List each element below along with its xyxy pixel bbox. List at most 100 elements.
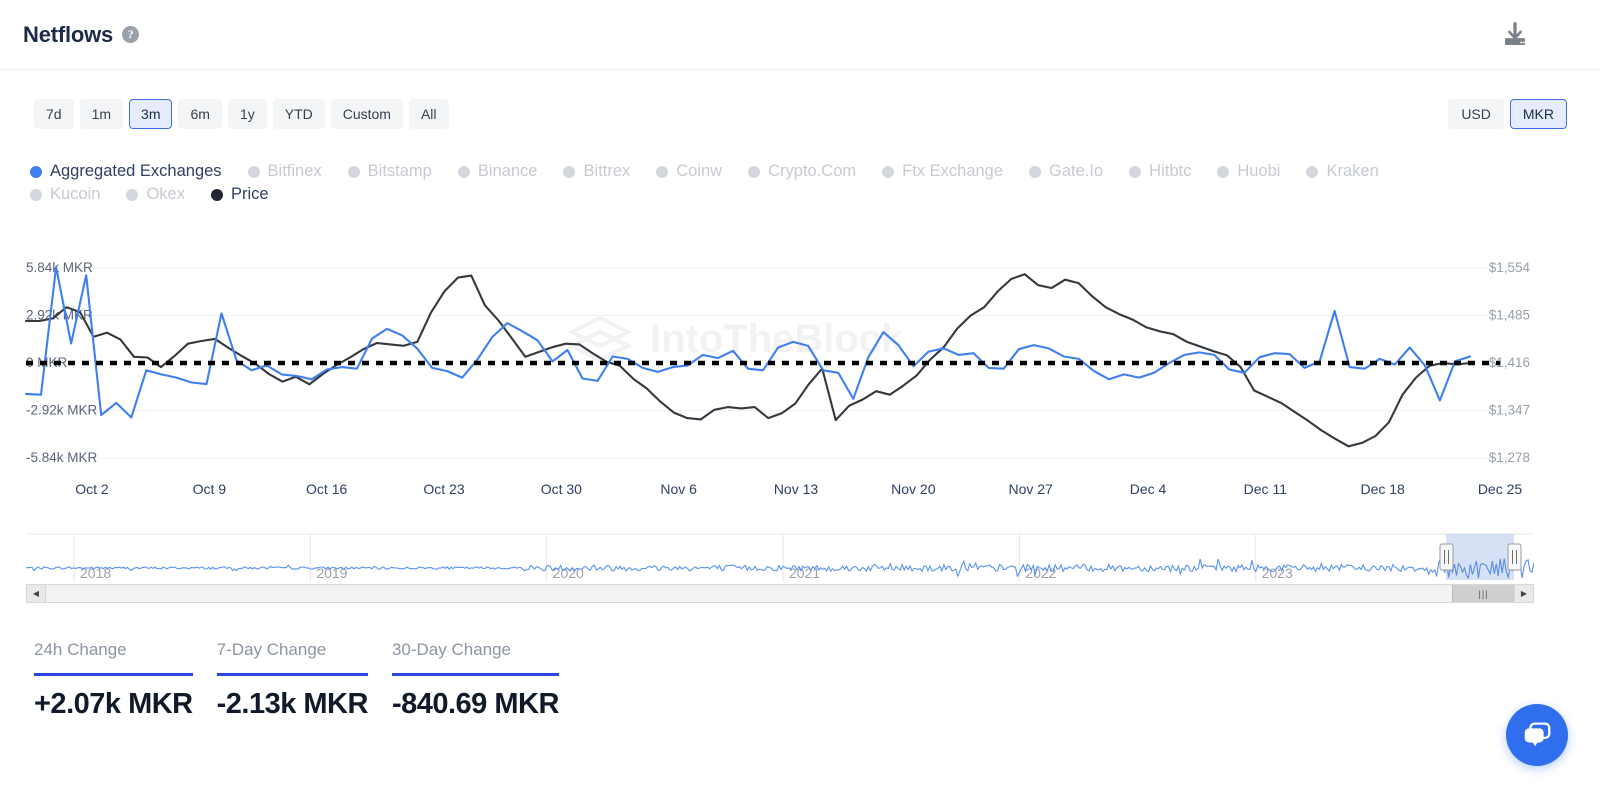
right-axis-tick: $1,485 xyxy=(1489,308,1530,323)
legend-label: Huobi xyxy=(1237,162,1281,180)
legend-dot-icon xyxy=(748,165,761,178)
currency-button-usd[interactable]: USD xyxy=(1448,99,1504,129)
page-title: Netflows xyxy=(23,21,114,47)
range-button-all[interactable]: All xyxy=(408,99,449,129)
stat-label: 30-Day Change xyxy=(391,640,512,659)
range-button-1y[interactable]: 1y xyxy=(227,99,267,129)
x-axis-tick: Dec 4 xyxy=(1130,481,1167,497)
legend-dot-icon xyxy=(563,165,576,178)
legend-dot-icon xyxy=(457,165,470,178)
chart-plot-area: 5.84k MKR2.92k MKR0 MKR-2.92k MKR-5.84k … xyxy=(0,240,1600,520)
legend-item-hitbtc[interactable]: Hitbtc xyxy=(1129,160,1191,183)
legend-item-huobi[interactable]: Huobi xyxy=(1217,160,1280,183)
legend-item-aggregated-exchanges[interactable]: Aggregated Exchanges xyxy=(30,160,222,183)
scrollbar-track[interactable]: ||| xyxy=(46,585,1514,602)
legend-item-kucoin[interactable]: Kucoin xyxy=(30,183,100,206)
legend-label: Kraken xyxy=(1326,162,1379,180)
legend-label: Aggregated Exchanges xyxy=(50,162,222,180)
legend-label: Crypto.Com xyxy=(768,162,857,180)
legend-item-bitfinex[interactable]: Bitfinex xyxy=(247,160,322,183)
legend-item-okex[interactable]: Okex xyxy=(126,183,185,206)
scroll-left-arrow-icon[interactable]: ◀ xyxy=(27,585,46,602)
navigator-svg[interactable]: 2018 2019 2020 2021 2022 2023 xyxy=(25,528,1535,582)
legend-dot-icon xyxy=(247,165,260,178)
stat-underline xyxy=(391,673,559,676)
legend-item-coinw[interactable]: Coinw xyxy=(656,160,722,183)
legend-dot-icon xyxy=(1306,165,1319,178)
netflows-chart-svg: 5.84k MKR2.92k MKR0 MKR-2.92k MKR-5.84k … xyxy=(24,260,1531,497)
right-axis-tick: $1,278 xyxy=(1489,450,1530,465)
navigator-right-handle xyxy=(1507,543,1522,571)
chat-bubble-icon[interactable] xyxy=(1506,704,1568,766)
time-range-selector: 7d 1m 3m 6m 1y YTD Custom All xyxy=(34,99,449,129)
x-axis-tick: Oct 23 xyxy=(423,481,464,497)
x-axis-tick: Oct 30 xyxy=(541,481,582,497)
legend-item-bittrex[interactable]: Bittrex xyxy=(563,160,630,183)
legend-label: Hitbtc xyxy=(1149,162,1192,180)
chart-legend: Aggregated Exchanges Bitfinex Bitstamp Bina… xyxy=(30,160,1450,206)
legend-item-crypto-com[interactable]: Crypto.Com xyxy=(748,160,856,183)
right-axis-tick: $1,347 xyxy=(1489,403,1530,418)
x-axis-tick: Dec 11 xyxy=(1244,481,1288,497)
legend-dot-icon xyxy=(1217,165,1230,178)
currency-selector: USD MKR xyxy=(1448,99,1567,129)
legend-dot-icon xyxy=(882,165,895,178)
stat-underline xyxy=(34,673,193,676)
stat-value: -840.69 MKR xyxy=(391,688,559,720)
legend-label: Price xyxy=(230,185,269,203)
stat-card: 7-Day Change -2.13k MKR xyxy=(216,640,369,721)
range-navigator[interactable]: 2018 2019 2020 2021 2022 2023 xyxy=(25,528,1535,582)
left-axis-tick: 5.84k MKR xyxy=(26,260,93,275)
stat-card: 24h Change +2.07k MKR xyxy=(34,640,193,721)
watermark-mark-icon xyxy=(567,315,633,363)
stat-card: 30-Day Change -840.69 MKR xyxy=(391,640,559,721)
legend-item-kraken[interactable]: Kraken xyxy=(1306,160,1379,183)
range-button-custom[interactable]: Custom xyxy=(330,99,403,129)
navigator-left-handle xyxy=(1439,543,1454,571)
range-button-7d[interactable]: 7d xyxy=(34,99,74,129)
legend-item-ftx-exchange[interactable]: Ftx Exchange xyxy=(882,160,1003,183)
right-axis-labels: $1,554 $1,485 $1,416 $1,347 $1,278 xyxy=(1489,260,1531,465)
watermark-text: IntoTheBlock xyxy=(650,317,904,361)
left-axis-tick: -2.92k MKR xyxy=(26,403,98,418)
legend-label: Kucoin xyxy=(50,185,101,203)
legend-item-gate-io[interactable]: Gate.Io xyxy=(1029,160,1103,183)
navigator-series-line xyxy=(25,550,1535,580)
legend-label: Bittrex xyxy=(583,162,631,180)
currency-button-mkr[interactable]: MKR xyxy=(1509,99,1567,129)
left-axis-tick: -5.84k MKR xyxy=(26,450,98,465)
download-icon[interactable] xyxy=(1500,20,1530,50)
legend-label: Bitstamp xyxy=(367,162,432,180)
stat-value: -2.13k MKR xyxy=(216,688,369,720)
watermark-logo: IntoTheBlock xyxy=(567,315,904,363)
stat-label: 7-Day Change xyxy=(216,640,327,659)
question-circle-icon[interactable]: ? xyxy=(122,26,140,43)
x-axis-tick: Oct 16 xyxy=(306,481,347,497)
scroll-right-arrow-icon[interactable]: ▶ xyxy=(1514,585,1533,602)
x-axis-tick: Oct 2 xyxy=(75,481,109,497)
legend-dot-icon xyxy=(126,188,139,201)
stat-underline xyxy=(216,673,368,676)
range-button-6m[interactable]: 6m xyxy=(178,99,222,129)
widget-header: Netflows ? xyxy=(0,0,1600,70)
range-button-3m[interactable]: 3m xyxy=(129,99,173,129)
legend-dot-icon xyxy=(1029,165,1042,178)
chart-scrollbar[interactable]: ◀ ||| ▶ xyxy=(26,584,1534,603)
legend-dot-icon xyxy=(656,165,669,178)
legend-dot-icon xyxy=(30,165,42,178)
legend-label: Ftx Exchange xyxy=(902,162,1004,180)
legend-item-bitstamp[interactable]: Bitstamp xyxy=(347,160,432,183)
legend-item-binance[interactable]: Binance xyxy=(457,160,538,183)
range-button-1m[interactable]: 1m xyxy=(79,99,124,129)
legend-label: Gate.Io xyxy=(1049,162,1104,180)
legend-label: Binance xyxy=(477,162,538,180)
legend-item-price[interactable]: Price xyxy=(210,183,269,206)
legend-dot-icon xyxy=(347,165,360,178)
scrollbar-thumb[interactable]: ||| xyxy=(1452,585,1514,602)
legend-label: Bitfinex xyxy=(267,162,322,180)
stat-label: 24h Change xyxy=(34,640,127,659)
navigator-year-marks: 2018 2019 2020 2021 2022 2023 xyxy=(73,534,1293,582)
x-axis-tick: Nov 27 xyxy=(1008,481,1053,497)
right-axis-tick: $1,416 xyxy=(1489,355,1530,370)
range-button-ytd[interactable]: YTD xyxy=(272,99,325,129)
